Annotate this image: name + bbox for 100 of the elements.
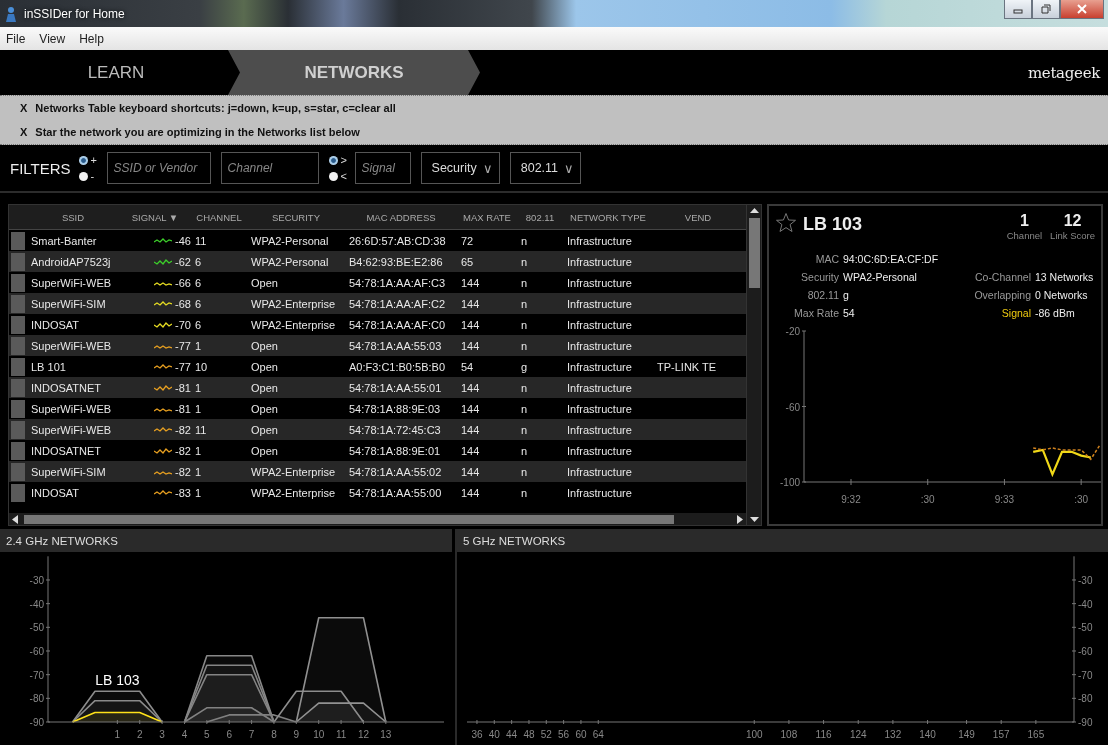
column-header[interactable]: SECURITY bbox=[247, 211, 345, 223]
vertical-scrollbar[interactable] bbox=[746, 205, 761, 525]
row-handle[interactable] bbox=[11, 294, 25, 313]
table-row[interactable]: SuperWiFi-SIM -82 1 WPA2-Enterprise 54:78:1A:AA:55:02 144 n Infrastructure bbox=[9, 461, 746, 482]
row-handle[interactable] bbox=[11, 357, 25, 376]
table-cell-text: 144 bbox=[460, 381, 481, 394]
table-cell-text: 54 bbox=[460, 360, 475, 373]
table-cell-text: Infrastructure bbox=[566, 465, 633, 478]
table-cell-text: Infrastructure bbox=[566, 255, 633, 268]
column-header[interactable]: SSID bbox=[27, 211, 119, 223]
close-button[interactable]: X bbox=[20, 126, 28, 138]
row-handle[interactable] bbox=[11, 315, 25, 334]
axis-label: 124 bbox=[849, 729, 867, 740]
stat-value: 1 bbox=[1019, 212, 1029, 230]
table-cell-text: 54:78:1A:88:9E:01 bbox=[348, 444, 442, 457]
table-row[interactable]: INDOSATNET -81 1 Open 54:78:1A:AA:55:01 144 n Infrastructure bbox=[9, 377, 746, 398]
table-cell-text: A0:F3:C1:B0:5B:B0 bbox=[348, 360, 446, 373]
scroll-down-icon[interactable] bbox=[747, 514, 761, 525]
row-handle[interactable] bbox=[11, 441, 25, 460]
row-handle[interactable] bbox=[11, 273, 25, 292]
menu-item[interactable]: File bbox=[6, 31, 26, 46]
close-button[interactable]: X bbox=[20, 102, 28, 114]
column-header[interactable]: CHANNEL bbox=[191, 211, 247, 223]
table-cell-text: 1 bbox=[194, 465, 203, 478]
table-cell-text: 144 bbox=[460, 297, 481, 310]
table-cell-text: 1 bbox=[194, 339, 203, 352]
column-header[interactable]: VEND bbox=[653, 211, 743, 223]
axis-label: 56 bbox=[558, 729, 570, 740]
table-cell-text: 1 bbox=[194, 402, 203, 415]
scrollbar-thumb[interactable] bbox=[24, 514, 674, 524]
row-handle[interactable] bbox=[11, 252, 25, 271]
scrollbar-thumb[interactable] bbox=[748, 218, 760, 288]
column-header[interactable]: SIGNAL ▼ bbox=[119, 211, 191, 223]
axis-label: 10 bbox=[313, 729, 325, 740]
axis-label: :30 bbox=[1074, 494, 1089, 505]
table-row[interactable]: AndroidAP7523j -62 6 WPA2-Personal B4:62:93:BE:E2:86 65 n Infrastructure bbox=[9, 251, 746, 272]
table-cell: -46 bbox=[175, 234, 191, 247]
nav-tab[interactable]: NETWORKS bbox=[228, 50, 480, 95]
scroll-up-icon[interactable] bbox=[747, 205, 761, 216]
table-cell-text: SuperWiFi-WEB bbox=[30, 402, 113, 415]
radio-label: + bbox=[90, 154, 98, 166]
table-cell-text: 6 bbox=[194, 255, 203, 268]
column-header[interactable]: NETWORK TYPE bbox=[563, 211, 653, 223]
row-handle[interactable] bbox=[11, 483, 25, 502]
table-cell-text: INDOSAT bbox=[30, 486, 81, 499]
menu-item[interactable]: View bbox=[39, 31, 66, 46]
axis-label: -70 bbox=[29, 669, 44, 681]
radio-button[interactable] bbox=[78, 155, 88, 165]
table-cell-text: 54:78:1A:AA:55:02 bbox=[348, 465, 443, 478]
panel-title: 5 GHz NETWORKS bbox=[457, 529, 1108, 552]
table-cell-text: Infrastructure bbox=[566, 339, 633, 352]
axis-label: -20 bbox=[785, 326, 800, 337]
axis-label: 100 bbox=[745, 729, 763, 740]
axis-label: 12 bbox=[357, 729, 369, 740]
radio-button[interactable] bbox=[78, 171, 88, 181]
table-cell-text: 144 bbox=[460, 402, 481, 415]
close-button[interactable] bbox=[1060, 0, 1104, 19]
table-cell-text: n bbox=[520, 255, 529, 268]
axis-label: 4 bbox=[181, 729, 188, 740]
minimize-button[interactable] bbox=[1004, 0, 1032, 19]
row-handle[interactable] bbox=[11, 378, 25, 397]
filter-field[interactable]: SSID or Vendor bbox=[106, 152, 211, 184]
radio-label: - bbox=[90, 170, 96, 182]
row-handle[interactable] bbox=[11, 231, 25, 250]
table-row[interactable]: SuperWiFi-SIM -68 6 WPA2-Enterprise 54:78:1A:AA:AF:C2 144 n Infrastructure bbox=[9, 293, 746, 314]
axis-label: 140 bbox=[919, 729, 936, 740]
axis-label: 60 bbox=[575, 729, 587, 740]
axis-label: -40 bbox=[29, 598, 44, 610]
table-cell-text: 1 bbox=[194, 444, 203, 457]
radio-button[interactable] bbox=[328, 155, 338, 165]
row-handle[interactable] bbox=[11, 336, 25, 355]
dropdown[interactable]: 802.11 ∨ bbox=[509, 152, 582, 184]
radio-button[interactable] bbox=[328, 171, 338, 181]
filter-field[interactable]: Channel bbox=[220, 152, 319, 184]
table-row[interactable]: SuperWiFi-WEB -82 11 Open 54:78:1A:72:45:C3 144 n Infrastructure bbox=[9, 419, 746, 440]
star-icon[interactable] bbox=[775, 212, 797, 234]
stat-label: Channel bbox=[1006, 230, 1043, 241]
row-handle[interactable] bbox=[11, 420, 25, 439]
table-cell-text: Open bbox=[250, 444, 279, 457]
row-handle[interactable] bbox=[11, 399, 25, 418]
row-handle[interactable] bbox=[11, 462, 25, 481]
restore-button[interactable] bbox=[1032, 0, 1060, 19]
menu-item[interactable]: Help bbox=[79, 31, 104, 46]
table-cell-text: 54:78:1A:AA:AF:C0 bbox=[348, 318, 446, 331]
horizontal-scrollbar[interactable] bbox=[9, 513, 746, 525]
field-value: 54 bbox=[843, 307, 856, 319]
dropdown[interactable]: Security ∨ bbox=[420, 152, 500, 184]
table-cell: -62 bbox=[175, 255, 191, 268]
axis-label: 48 bbox=[523, 729, 535, 740]
column-header[interactable]: MAX RATE bbox=[457, 211, 517, 223]
table-cell-text: n bbox=[520, 339, 529, 352]
axis-label: 9:32 bbox=[841, 494, 861, 505]
column-header[interactable]: 802.11 bbox=[517, 211, 563, 223]
column-header[interactable]: MAC ADDRESS bbox=[345, 211, 457, 223]
close-icon bbox=[1077, 4, 1087, 14]
filter-field[interactable]: Signal bbox=[354, 152, 411, 184]
table-cell-text: B4:62:93:BE:E2:86 bbox=[348, 255, 444, 268]
table-cell-text: Open bbox=[250, 423, 279, 436]
field-label: Co-Channel bbox=[973, 271, 1031, 283]
table-row[interactable]: SuperWiFi-WEB -77 1 Open 54:78:1A:AA:55:03 144 n Infrastructure bbox=[9, 335, 746, 356]
